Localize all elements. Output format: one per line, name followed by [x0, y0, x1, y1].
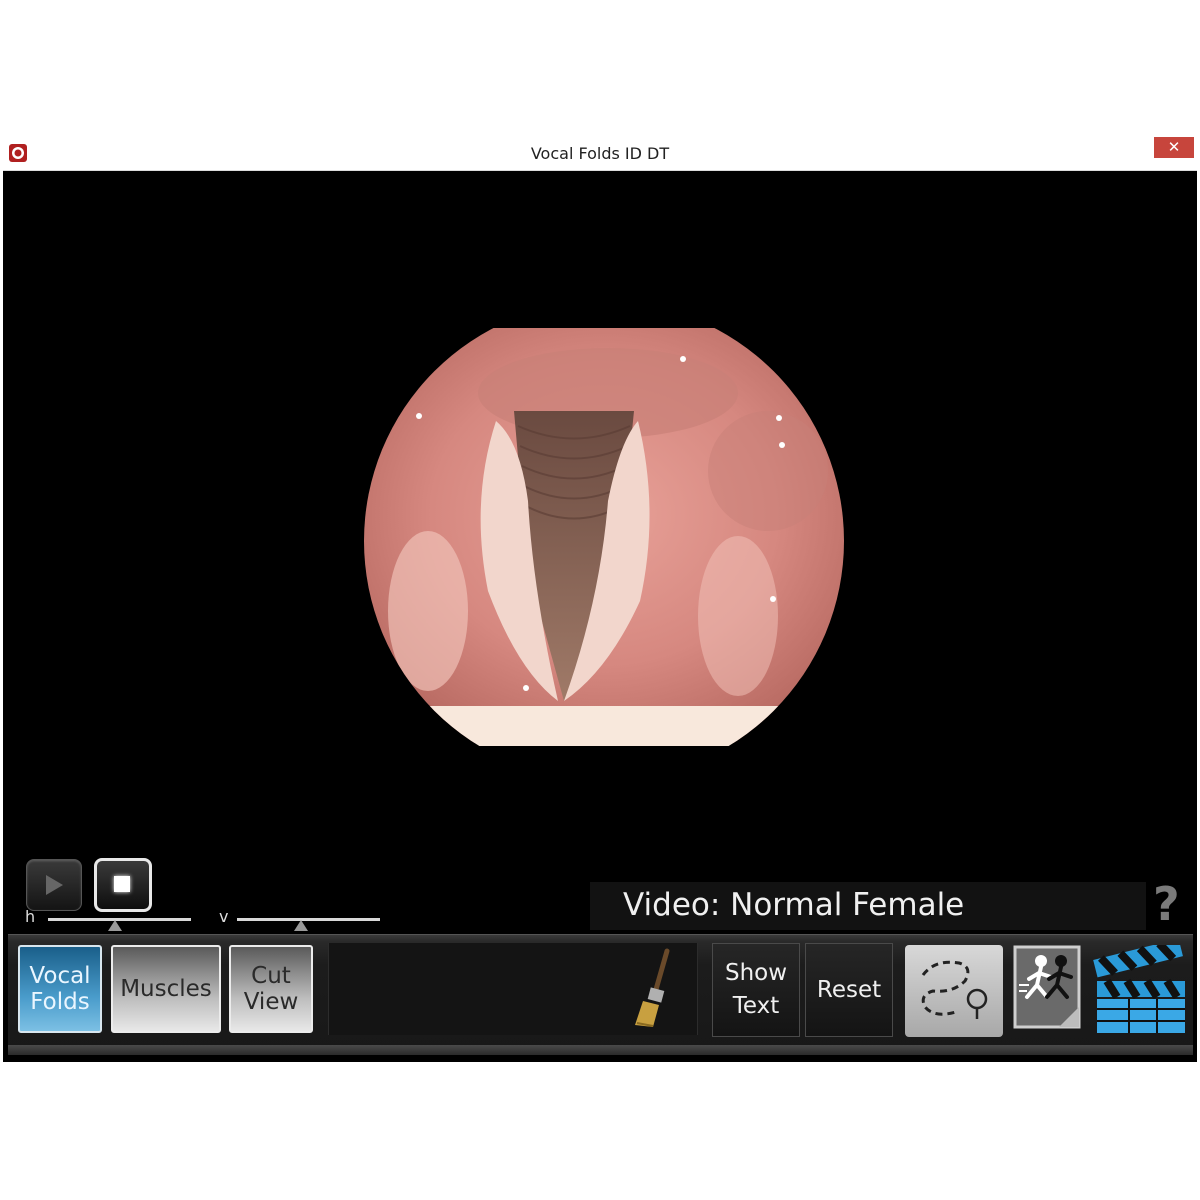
show-text-button[interactable]: Show Text: [712, 943, 800, 1037]
tab-label-line1: Vocal: [29, 963, 91, 989]
tab-label-line1: Cut: [251, 963, 291, 989]
tab-label-line2: View: [243, 989, 299, 1015]
endoscopy-video-frame: [364, 328, 844, 776]
help-icon[interactable]: ?: [1153, 877, 1180, 931]
clapperboard-icon: [1093, 938, 1185, 1033]
trace-path-button[interactable]: [905, 945, 1003, 1037]
video-caption-box: Video: Normal Female: [590, 882, 1146, 930]
clapperboard-button[interactable]: [1093, 938, 1189, 1037]
toolbar-edge: [8, 1045, 1193, 1055]
title-bar: Vocal Folds ID DT ✕: [3, 137, 1197, 171]
play-button[interactable]: [26, 859, 82, 911]
tab-muscles[interactable]: Muscles: [111, 945, 221, 1033]
v-slider-label: v: [219, 907, 229, 926]
video-caption: Video: Normal Female: [623, 887, 965, 923]
tab-label-line1: Muscles: [120, 976, 212, 1002]
h-slider-thumb[interactable]: [108, 920, 123, 931]
tab-label-line2: Folds: [30, 989, 90, 1015]
show-text-line1: Show: [724, 960, 788, 986]
close-button[interactable]: ✕: [1154, 137, 1194, 158]
stop-button[interactable]: [94, 858, 152, 912]
bottom-toolbar: Vocal Folds Muscles Cut View Show Text Rese…: [8, 934, 1193, 1055]
stop-icon: [114, 876, 130, 892]
brush-panel: [328, 943, 698, 1035]
app-window: Vocal Folds ID DT ✕ h v Video: Normal Fe…: [3, 137, 1197, 1062]
tab-cut-view[interactable]: Cut View: [229, 945, 313, 1033]
window-title: Vocal Folds ID DT: [530, 144, 670, 163]
h-slider-label: h: [25, 907, 36, 926]
running-figures-button[interactable]: [1011, 945, 1083, 1037]
video-viewport: h v: [8, 171, 1193, 931]
play-icon: [46, 875, 63, 895]
trace-path-icon: [921, 960, 988, 1019]
reset-button[interactable]: Reset: [805, 943, 893, 1037]
running-figures-icon: [1013, 945, 1081, 1029]
show-text-line2: Text: [732, 993, 780, 1019]
paintbrush-icon[interactable]: [629, 947, 679, 1031]
v-slider-track[interactable]: [237, 918, 380, 921]
v-slider-thumb[interactable]: [294, 920, 309, 931]
tab-vocal-folds[interactable]: Vocal Folds: [18, 945, 102, 1033]
